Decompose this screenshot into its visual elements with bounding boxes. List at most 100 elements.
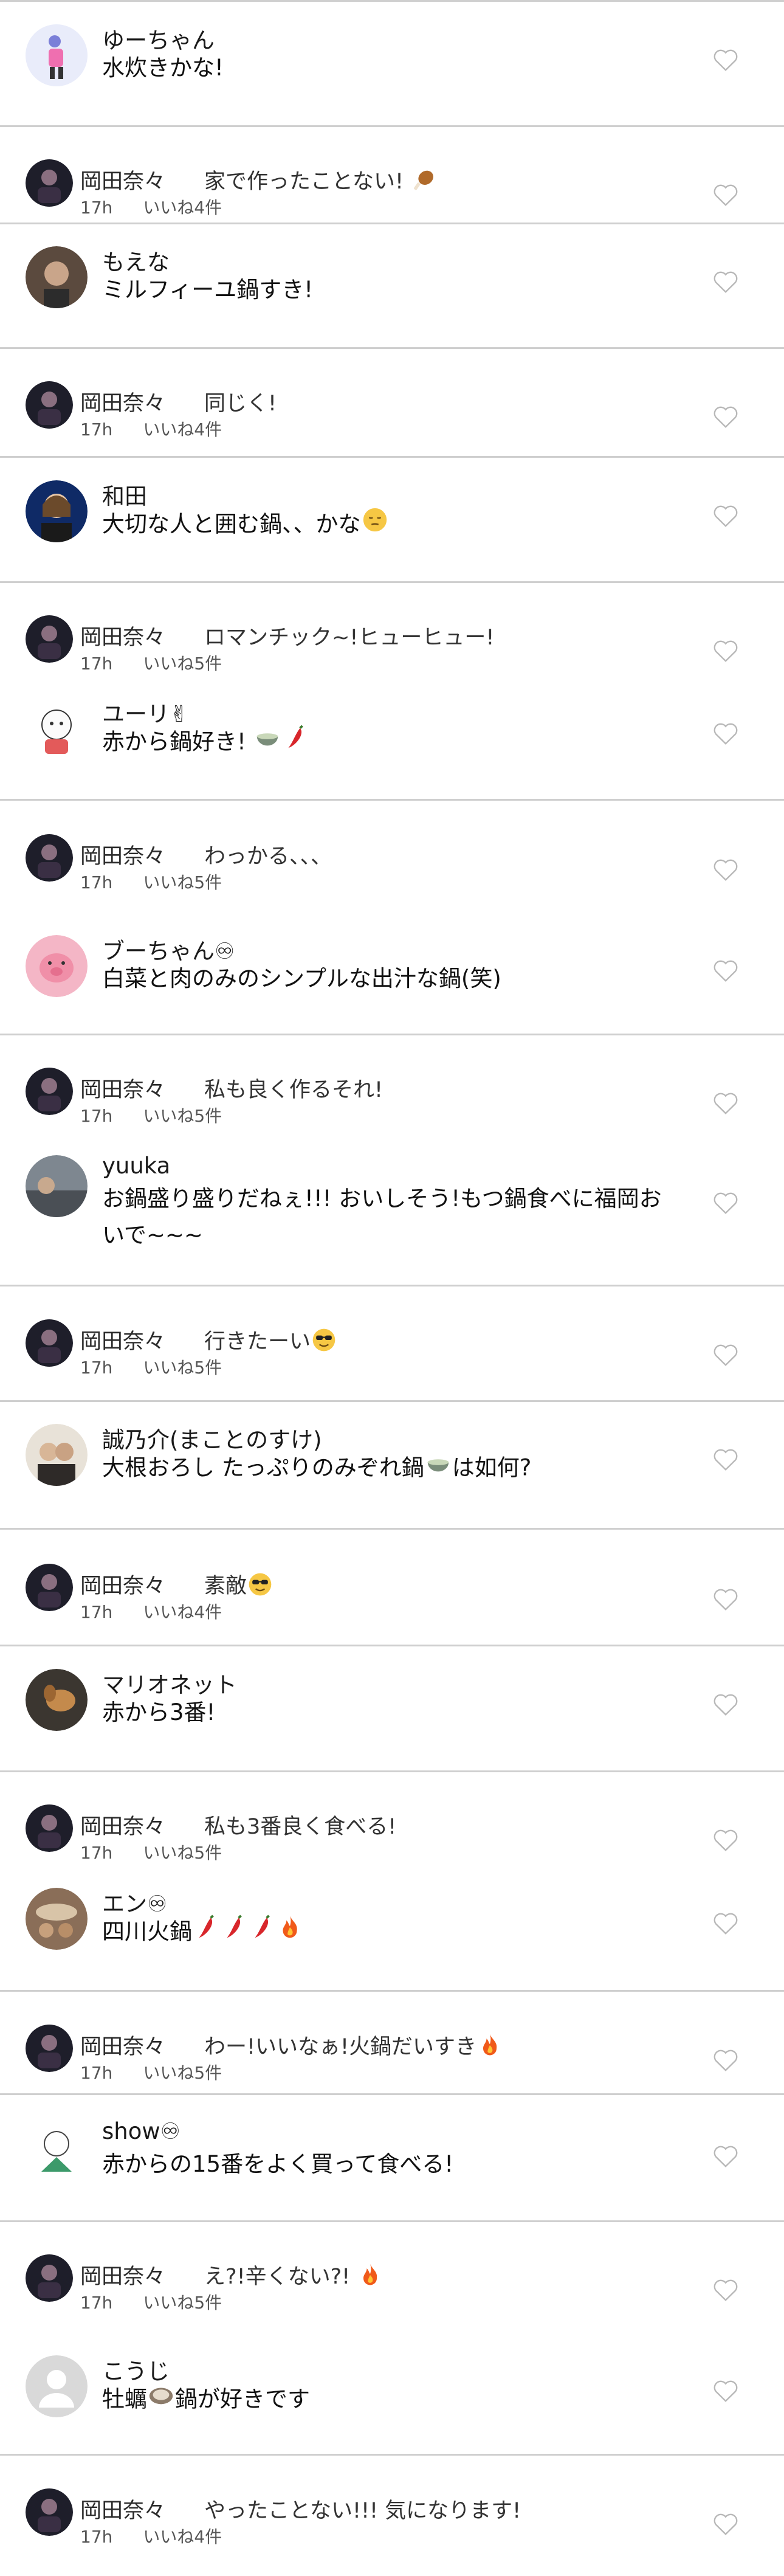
heart-outline-icon[interactable] (712, 638, 739, 663)
avatar[interactable] (26, 1804, 73, 1852)
heart-outline-icon[interactable] (712, 2048, 739, 2072)
reply-username[interactable]: 岡田奈々 (80, 2029, 165, 2060)
reply-like-count[interactable]: いいね5件 (143, 2293, 222, 2313)
heart-outline-icon[interactable] (712, 1587, 739, 1611)
comment-text: 赤から鍋好き! (102, 728, 246, 755)
reply-text: ロマンチック~!ヒューヒュー! (204, 626, 495, 650)
heart-outline-icon[interactable] (712, 2512, 739, 2536)
reply-time: 17h (80, 1106, 113, 1126)
comment-text-suffix: は如何? (452, 1454, 532, 1481)
comment-text: 赤から3番! (102, 1699, 216, 1725)
avatar[interactable] (26, 1888, 88, 1950)
reply-text: わー!いいなぁ!火鍋だいすき (204, 2035, 477, 2059)
oyster-icon (147, 2381, 175, 2420)
heart-outline-icon[interactable] (712, 404, 739, 429)
reply-meta: 17h いいね5件 (80, 651, 222, 675)
heart-outline-icon[interactable] (712, 721, 739, 745)
heart-outline-icon[interactable] (712, 2277, 739, 2302)
reply-username[interactable]: 岡田奈々 (80, 2493, 165, 2524)
chili-pepper-icon (192, 1913, 220, 1952)
heart-outline-icon[interactable] (712, 1692, 739, 1716)
avatar[interactable] (26, 1155, 88, 1217)
heart-outline-icon[interactable] (712, 269, 739, 294)
reply-username[interactable]: 岡田奈々 (80, 1809, 165, 1840)
reply-like-count[interactable]: いいね4件 (143, 420, 222, 440)
reply-like-count[interactable]: いいね4件 (143, 2527, 222, 2547)
reply-like-count[interactable]: いいね5件 (143, 1106, 222, 1126)
heart-outline-icon[interactable] (712, 1911, 739, 1935)
avatar[interactable] (26, 615, 73, 663)
reply-time: 17h (80, 198, 113, 218)
heart-outline-icon[interactable] (712, 1828, 739, 1852)
reply-text-row: 家で作ったことない! (204, 164, 437, 199)
heart-outline-icon[interactable] (712, 1342, 739, 1367)
comment-username[interactable]: show♾ (102, 2118, 181, 2144)
avatar[interactable] (26, 1564, 73, 1611)
divider (0, 1645, 784, 1646)
avatar[interactable] (26, 381, 73, 429)
reply-meta: 17h いいね4件 (80, 195, 222, 219)
heart-outline-icon[interactable] (712, 503, 739, 528)
reply-time: 17h (80, 654, 113, 674)
avatar[interactable] (26, 2355, 88, 2417)
reply-like-count[interactable]: いいね5件 (143, 2063, 222, 2083)
reply-username[interactable]: 岡田奈々 (80, 386, 165, 417)
sunglasses-face-icon (311, 1327, 337, 1359)
reply-meta: 17h いいね4件 (80, 416, 222, 441)
divider (0, 799, 784, 801)
reply-time: 17h (80, 872, 113, 893)
avatar[interactable] (26, 159, 73, 207)
heart-outline-icon[interactable] (712, 1447, 739, 1471)
reply-text-row: 素敵 (204, 1569, 273, 1603)
reply-like-count[interactable]: いいね4件 (143, 198, 222, 218)
heart-outline-icon[interactable] (712, 857, 739, 882)
reply-like-count[interactable]: いいね5件 (143, 1843, 222, 1863)
reply-username[interactable]: 岡田奈々 (80, 1072, 165, 1103)
pensive-face-icon (361, 506, 389, 545)
comment-text-suffix: 鍋が好きです (175, 2386, 310, 2412)
heart-outline-icon[interactable] (712, 1190, 739, 1215)
reply-username[interactable]: 岡田奈々 (80, 839, 165, 870)
avatar[interactable] (26, 2025, 73, 2072)
reply-like-count[interactable]: いいね5件 (143, 872, 222, 893)
heart-outline-icon[interactable] (712, 2378, 739, 2403)
comment-text-row: 赤から鍋好き! (102, 723, 673, 762)
reply-username[interactable]: 岡田奈々 (80, 2259, 165, 2290)
reply-like-count[interactable]: いいね5件 (143, 1358, 222, 1378)
divider (0, 1528, 784, 1530)
heart-outline-icon[interactable] (712, 47, 739, 72)
avatar[interactable] (26, 1319, 73, 1367)
comment-text: 水炊きかな! (102, 55, 224, 81)
avatar[interactable] (26, 698, 88, 760)
avatar[interactable] (26, 2121, 88, 2183)
avatar[interactable] (26, 1424, 88, 1486)
chili-pepper-icon (281, 723, 309, 762)
avatar[interactable] (26, 480, 88, 542)
comment-text-row: 四川火鍋 (102, 1913, 673, 1952)
avatar[interactable] (26, 1669, 88, 1731)
avatar[interactable] (26, 246, 88, 308)
reply-text: え?!辛くない?! (204, 2265, 351, 2289)
heart-outline-icon[interactable] (712, 958, 739, 982)
heart-outline-icon[interactable] (712, 1091, 739, 1115)
reply-like-count[interactable]: いいね5件 (143, 654, 222, 674)
reply-username[interactable]: 岡田奈々 (80, 1569, 165, 1600)
avatar[interactable] (26, 935, 88, 997)
heart-outline-icon[interactable] (712, 182, 739, 207)
reply-like-count[interactable]: いいね4件 (143, 1602, 222, 1622)
avatar[interactable] (26, 2254, 73, 2302)
reply-username[interactable]: 岡田奈々 (80, 1324, 165, 1355)
comment-username[interactable]: yuuka (102, 1153, 170, 1179)
reply-time: 17h (80, 1602, 113, 1622)
avatar[interactable] (26, 1068, 73, 1115)
comment-text: 大根おろし たっぷりのみぞれ鍋 (102, 1454, 424, 1481)
avatar[interactable] (26, 2488, 73, 2536)
avatar[interactable] (26, 24, 88, 86)
reply-username[interactable]: 岡田奈々 (80, 164, 165, 195)
reply-time: 17h (80, 2527, 113, 2547)
avatar[interactable] (26, 834, 73, 882)
heart-outline-icon[interactable] (712, 2144, 739, 2168)
reply-text-row: 行きたーい (204, 1324, 337, 1359)
reply-username[interactable]: 岡田奈々 (80, 620, 165, 651)
soup-bowl-icon (253, 723, 281, 762)
